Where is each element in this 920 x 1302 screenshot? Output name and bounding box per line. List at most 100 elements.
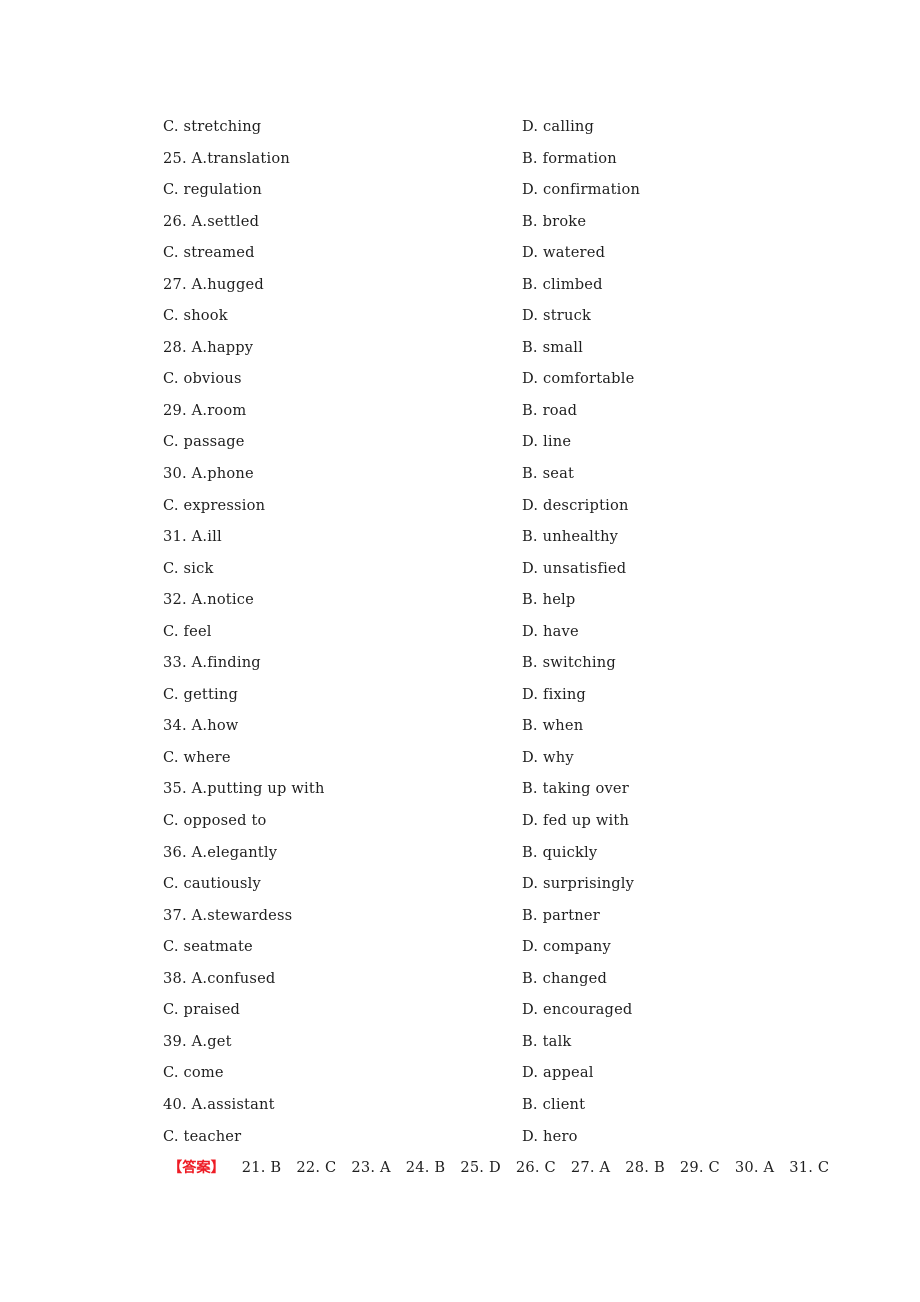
option-choice-right: D. why — [522, 748, 574, 766]
option-choice-right: B. help — [522, 591, 576, 609]
answer-key-items: 21. B 22. C 23. A 24. B 25. D 26. C 27. A 28. B… — [242, 1159, 830, 1176]
option-choice-right: B. changed — [522, 969, 607, 987]
answer-key-item: 26. C — [515, 1159, 556, 1177]
options-list: C. stretching D. calling 25. A.translation… — [163, 111, 863, 1184]
option-choice-right: D. description — [522, 496, 629, 514]
option-choice-left: C. come — [163, 1064, 224, 1082]
option-line: C. teacher D. hero — [163, 1121, 863, 1153]
option-line: C. getting D. fixing — [163, 679, 863, 711]
option-choice-right: B. unhealthy — [522, 528, 619, 546]
option-choice-right: B. climbed — [522, 275, 603, 293]
option-line: C. obvious D. comfortable — [163, 363, 863, 395]
answer-key-item: 28. B — [625, 1159, 665, 1177]
option-choice-right: B. formation — [522, 149, 617, 167]
answer-key-line: 【答案】 21. B 22. C 23. A 24. B 25. D 26. C 27. A2… — [163, 1152, 863, 1184]
option-choice-left: 31. A.ill — [163, 528, 222, 546]
option-line: 39. A.get B. talk — [163, 1026, 863, 1058]
option-line: C. feel D. have — [163, 616, 863, 648]
option-choice-right: D. fixing — [522, 685, 586, 703]
option-choice-left: 34. A.how — [163, 717, 239, 735]
answer-key-item: 23. A — [351, 1159, 391, 1177]
option-choice-left: C. getting — [163, 685, 239, 703]
option-choice-right: D. struck — [522, 307, 592, 325]
option-line: C. where D. why — [163, 742, 863, 774]
option-choice-left: 27. A.hugged — [163, 275, 264, 293]
answer-key-item: 30. A — [734, 1159, 775, 1177]
option-line: 25. A.translation B. formation — [163, 143, 863, 175]
option-choice-left: 36. A.elegantly — [163, 843, 278, 861]
answer-key-item: 25. D — [460, 1159, 501, 1177]
option-choice-left: C. seatmate — [163, 938, 253, 956]
option-line: C. cautiously D. surprisingly — [163, 868, 863, 900]
option-choice-right: D. appeal — [522, 1064, 594, 1082]
option-choice-left: C. where — [163, 748, 231, 766]
option-line: 27. A.hugged B. climbed — [163, 269, 863, 301]
option-choice-right: B. quickly — [522, 843, 598, 861]
option-choice-left: 30. A.phone — [163, 465, 254, 483]
option-choice-right: D. company — [522, 938, 611, 956]
option-choice-right: D. have — [522, 622, 579, 640]
answer-key-item: 21. B — [241, 1159, 282, 1177]
option-choice-left: C. cautiously — [163, 875, 261, 893]
option-choice-right: D. calling — [522, 118, 595, 135]
option-line: 38. A.confused B. changed — [163, 963, 863, 995]
answer-key-item: 29. C — [679, 1159, 720, 1177]
option-choice-left: C. expression — [163, 496, 266, 514]
answer-key-label: 【答案】 — [168, 1160, 225, 1177]
option-line: C. passage D. line — [163, 426, 863, 458]
option-choice-right: D. unsatisfied — [522, 559, 627, 577]
option-choice-left: C. feel — [163, 622, 212, 640]
option-line: C. regulation D. confirmation — [163, 174, 863, 206]
option-line: 40. A.assistant B. client — [163, 1089, 863, 1121]
option-line: 26. A.settled B. broke — [163, 206, 863, 238]
option-choice-left: 29. A.room — [163, 401, 247, 419]
option-choice-left: C. praised — [163, 1001, 241, 1019]
option-line: C. expression D. description — [163, 490, 863, 522]
option-choice-right: D. comfortable — [522, 370, 635, 388]
option-line: 34. A.how B. when — [163, 710, 863, 742]
option-choice-right: D. fed up with — [522, 812, 630, 830]
option-choice-right: B. road — [522, 401, 578, 419]
option-choice-right: B. talk — [522, 1032, 572, 1050]
option-choice-right: B. switching — [522, 654, 616, 672]
option-choice-left: 38. A.confused — [163, 969, 276, 987]
option-line: 32. A.notice B. help — [163, 584, 863, 616]
option-choice-left: C. stretching — [163, 118, 262, 135]
option-choice-left: 40. A.assistant — [163, 1095, 275, 1113]
option-choice-left: 33. A.finding — [163, 654, 261, 672]
option-line: C. shook D. struck — [163, 300, 863, 332]
option-line: 29. A.room B. road — [163, 395, 863, 427]
option-choice-right: B. partner — [522, 906, 600, 924]
option-choice-right: B. broke — [522, 212, 587, 230]
option-choice-left: 32. A.notice — [163, 591, 254, 609]
option-line: C. streamed D. watered — [163, 237, 863, 269]
option-line: C. praised D. encouraged — [163, 994, 863, 1026]
option-choice-left: C. opposed to — [163, 812, 267, 830]
option-choice-left: 37. A.stewardess — [163, 906, 293, 924]
option-choice-right: D. hero — [522, 1127, 578, 1145]
answer-key-item: 31. C — [789, 1159, 830, 1177]
option-choice-left: C. passage — [163, 433, 245, 451]
option-choice-right: B. when — [522, 717, 584, 735]
option-choice-left: 39. A.get — [163, 1032, 232, 1050]
option-choice-right: D. encouraged — [522, 1001, 633, 1019]
option-choice-left: 35. A.putting up with — [163, 780, 325, 798]
option-choice-left: C. regulation — [163, 181, 262, 199]
option-line: 28. A.happy B. small — [163, 332, 863, 364]
option-line: 30. A.phone B. seat — [163, 458, 863, 490]
answer-key-item: 22. C — [296, 1159, 337, 1177]
option-choice-right: D. surprisingly — [522, 875, 635, 893]
option-choice-left: C. teacher — [163, 1127, 242, 1145]
option-choice-right: D. line — [522, 433, 572, 451]
option-choice-left: 25. A.translation — [163, 149, 290, 167]
option-choice-left: C. sick — [163, 559, 214, 577]
document-page: C. stretching D. calling 25. A.translation… — [0, 0, 920, 1302]
option-line: 36. A.elegantly B. quickly — [163, 837, 863, 869]
option-line: C. opposed to D. fed up with — [163, 805, 863, 837]
option-line: 31. A.ill B. unhealthy — [163, 521, 863, 553]
option-choice-left: C. streamed — [163, 244, 255, 262]
option-line: C. seatmate D. company — [163, 931, 863, 963]
option-line: 37. A.stewardess B. partner — [163, 900, 863, 932]
option-line: 33. A.finding B. switching — [163, 647, 863, 679]
answer-key-item: 27. A — [570, 1159, 611, 1177]
